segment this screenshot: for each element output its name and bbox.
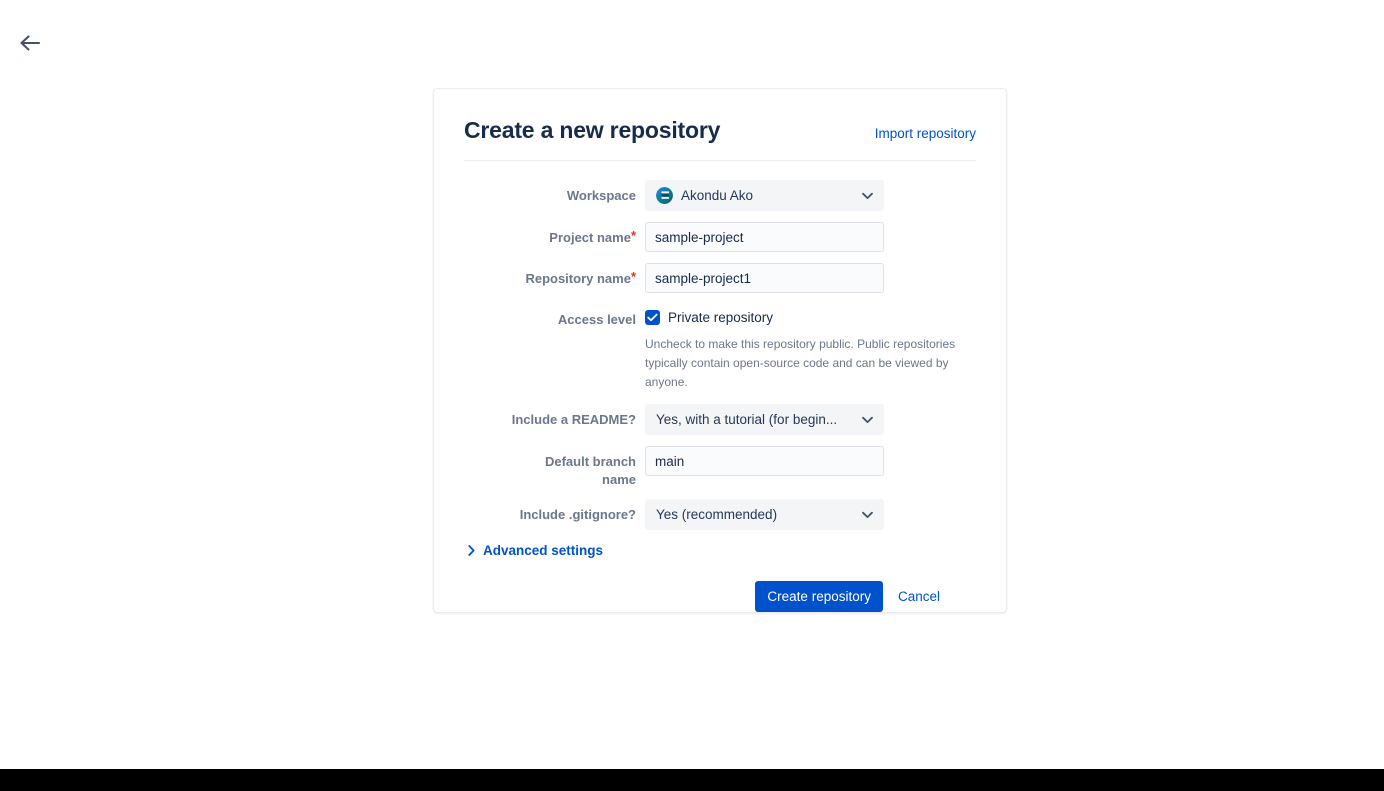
form-row-gitignore: Include .gitignore? Yes (recommended): [464, 499, 976, 530]
create-repository-card: Create a new repository Import repositor…: [433, 88, 1007, 613]
workspace-value: Akondu Ako: [681, 188, 753, 203]
form-row-access-level: Access level Private repository Unchec: [464, 304, 976, 392]
repository-name-label-text: Repository name: [525, 271, 630, 286]
gitignore-value: Yes (recommended): [656, 507, 777, 522]
chevron-right-icon: [468, 545, 475, 556]
form-row-project-name: Project name*: [464, 222, 976, 252]
gitignore-select[interactable]: Yes (recommended): [645, 499, 884, 530]
arrow-left-icon: [19, 34, 41, 52]
access-level-label: Access level: [464, 304, 645, 329]
advanced-settings-toggle[interactable]: Advanced settings: [468, 543, 603, 558]
readme-select[interactable]: Yes, with a tutorial (for begin...: [645, 404, 884, 435]
gitignore-label: Include .gitignore?: [464, 499, 645, 524]
repository-name-input[interactable]: [645, 263, 884, 293]
project-name-label: Project name*: [464, 222, 645, 247]
form-row-readme: Include a README? Yes, with a tutorial (…: [464, 404, 976, 435]
access-level-help-text: Uncheck to make this repository public. …: [645, 335, 976, 392]
bottom-bar: [0, 769, 1384, 791]
repository-name-label: Repository name*: [464, 263, 645, 288]
readme-label: Include a README?: [464, 404, 645, 429]
repository-form: Workspace: [464, 161, 976, 612]
project-name-input[interactable]: [645, 222, 884, 252]
checkmark-icon: [647, 309, 658, 327]
chevron-down-icon: [862, 192, 873, 199]
workspace-label: Workspace: [464, 180, 645, 205]
page-title: Create a new repository: [464, 117, 720, 143]
private-repository-label[interactable]: Private repository: [668, 310, 773, 325]
create-repository-button[interactable]: Create repository: [755, 581, 883, 612]
readme-value: Yes, with a tutorial (for begin...: [656, 412, 837, 427]
chevron-down-icon: [862, 416, 873, 423]
private-repository-checkbox[interactable]: [645, 310, 660, 325]
default-branch-input[interactable]: [645, 446, 884, 476]
default-branch-label: Default branch name: [464, 446, 645, 488]
cancel-button[interactable]: Cancel: [888, 581, 950, 612]
import-repository-link[interactable]: Import repository: [875, 126, 976, 141]
form-row-workspace: Workspace: [464, 180, 976, 211]
form-row-repository-name: Repository name*: [464, 263, 976, 293]
required-marker: *: [631, 228, 636, 243]
advanced-settings-label: Advanced settings: [483, 543, 603, 558]
workspace-select[interactable]: Akondu Ako: [645, 180, 884, 211]
back-button[interactable]: [14, 28, 46, 58]
chevron-down-icon: [862, 511, 873, 518]
required-marker: *: [631, 269, 636, 284]
form-row-default-branch: Default branch name: [464, 446, 976, 488]
workspace-avatar-icon: [656, 187, 673, 204]
project-name-label-text: Project name: [549, 230, 631, 245]
form-actions: Create repository Cancel: [464, 581, 976, 612]
card-header: Create a new repository Import repositor…: [464, 117, 976, 161]
